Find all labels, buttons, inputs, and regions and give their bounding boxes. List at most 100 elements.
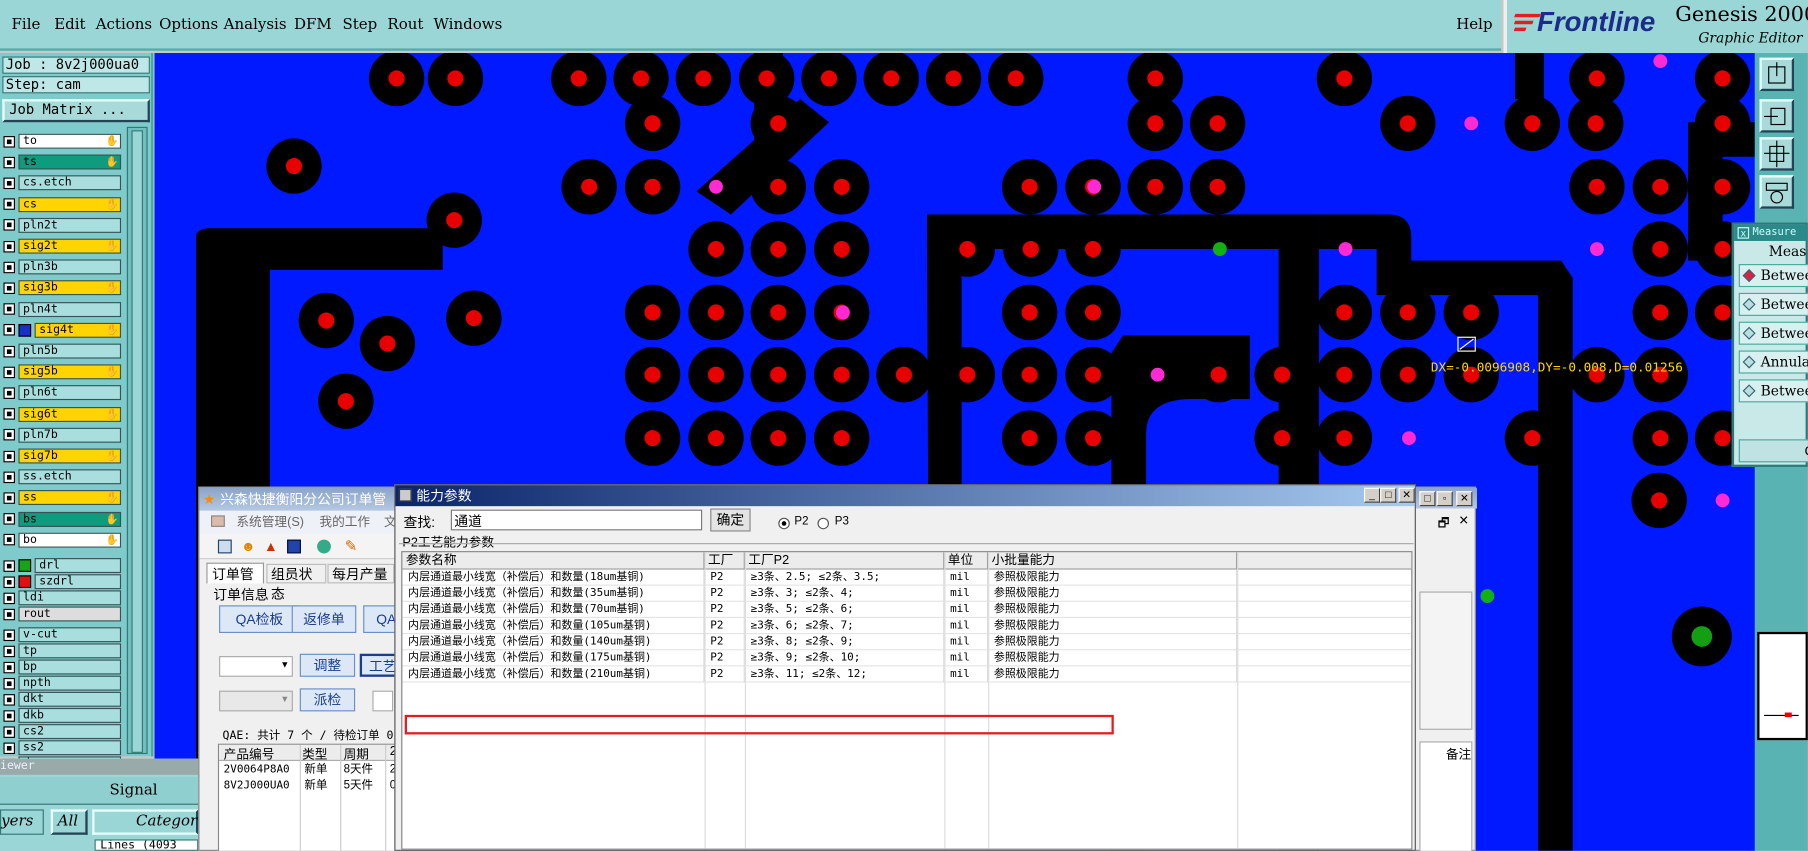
layer-row-ss.etch[interactable]: ss.etch xyxy=(3,469,122,485)
col-product-no[interactable]: 产品编号 xyxy=(224,745,275,763)
chart-icon[interactable]: ▲ xyxy=(264,538,278,554)
layer-checkbox[interactable] xyxy=(3,492,15,504)
menu-step[interactable]: Step xyxy=(342,16,377,33)
people-icon[interactable]: ☻ xyxy=(241,538,256,554)
menu-dfm[interactable]: DFM xyxy=(294,16,332,33)
layer-checkbox[interactable] xyxy=(3,408,15,420)
layer-checkbox[interactable] xyxy=(3,725,15,738)
col-cycle[interactable]: 周期 xyxy=(344,745,369,763)
layer-row-pln6t[interactable]: pln6t xyxy=(3,385,122,401)
layer-checkbox[interactable] xyxy=(3,592,15,604)
search-input[interactable] xyxy=(450,509,703,531)
save-icon[interactable] xyxy=(287,539,301,554)
rework-button[interactable]: 返修单 xyxy=(291,605,357,633)
layer-checkbox[interactable] xyxy=(3,219,15,231)
layer-row-npth[interactable]: npth xyxy=(3,675,122,691)
menu-windows[interactable]: Windows xyxy=(434,16,503,33)
layer-checkbox[interactable] xyxy=(3,366,15,378)
layer-row-pln4t[interactable]: pln4t xyxy=(3,301,122,317)
layer-checkbox[interactable] xyxy=(3,741,15,754)
table-row[interactable]: 内层通道最小线宽（补偿后）和数量(105um基铜) P2 ≥3条、6; ≤2条、7;… xyxy=(402,618,1412,635)
layer-row-sig2t[interactable]: sig2t ✋ xyxy=(3,238,122,254)
col-factory[interactable]: 工厂 xyxy=(704,552,745,570)
col-unit[interactable]: 单位 xyxy=(944,552,989,570)
layer-row-cs[interactable]: cs ✋ xyxy=(3,196,122,212)
col-small-batch[interactable]: 小批量能力 xyxy=(988,552,1238,570)
layer-checkbox[interactable] xyxy=(3,534,15,546)
table-row[interactable]: 内层通道最小线宽（补偿后）和数量(70um基铜) P2 ≥3条、5; ≤2条、6; m… xyxy=(402,601,1412,619)
col-param-name[interactable]: 参数名称 xyxy=(402,552,705,570)
layer-checkbox[interactable] xyxy=(3,471,15,483)
layer-checkbox[interactable] xyxy=(3,240,15,252)
layer-row-dkt[interactable]: dkt xyxy=(3,691,122,707)
layer-checkbox[interactable] xyxy=(3,324,15,336)
layer-row-cs.etch[interactable]: cs.etch xyxy=(3,175,122,191)
all-button[interactable]: All xyxy=(50,809,88,835)
globe-icon[interactable] xyxy=(317,539,331,554)
layer-row-drl[interactable]: drl xyxy=(3,558,122,574)
layer-row-v-cut[interactable]: v-cut xyxy=(3,627,122,643)
adjust-button[interactable]: 调整 xyxy=(299,653,356,677)
close-icon[interactable]: x xyxy=(1737,227,1750,239)
layer-checkbox[interactable] xyxy=(3,559,15,572)
layer-row-sig7b[interactable]: sig7b ✋ xyxy=(3,448,122,464)
dispatch-check-button[interactable]: 派检 xyxy=(299,688,356,712)
layer-row-pln3b[interactable]: pln3b xyxy=(3,259,122,275)
layer-scrollbar[interactable] xyxy=(126,126,148,755)
layer-row-tp[interactable]: tp xyxy=(3,643,122,659)
small-input[interactable] xyxy=(372,690,394,712)
filter-dropdown[interactable]: ▼ xyxy=(219,656,293,677)
layer-checkbox[interactable] xyxy=(3,429,15,441)
layer-row-to[interactable]: to ✋ xyxy=(3,133,122,149)
layer-checkbox[interactable] xyxy=(3,198,15,210)
layer-checkbox[interactable] xyxy=(3,693,15,706)
measure-ok-button[interactable]: C xyxy=(1738,439,1808,463)
layer-row-pln7b[interactable]: pln7b xyxy=(3,427,122,443)
minimize-icon[interactable]: _ xyxy=(1363,487,1381,503)
layer-row-bo[interactable]: bo ✋ xyxy=(3,532,122,548)
layer-row-sig6t[interactable]: sig6t ✋ xyxy=(3,406,122,422)
menu-options[interactable]: Options xyxy=(159,16,218,33)
menu-analysis[interactable]: Analysis xyxy=(224,16,287,33)
tool-snap-icon[interactable] xyxy=(1759,99,1795,133)
table-row[interactable]: 8V2J000UA0 新单 5天件 0 xyxy=(219,778,399,794)
layer-row-ldi[interactable]: ldi xyxy=(3,590,122,606)
col-type[interactable]: 类型 xyxy=(302,745,327,763)
app-menu-icon[interactable] xyxy=(210,515,225,527)
col-factory-p2[interactable]: 工厂P2 xyxy=(745,552,945,570)
layer-checkbox[interactable] xyxy=(3,156,15,168)
layer-checkbox[interactable] xyxy=(3,513,15,525)
filter-dropdown-2[interactable]: ▼ xyxy=(219,690,293,712)
layer-row-cs2[interactable]: cs2 xyxy=(3,724,122,740)
measure-option-1[interactable]: Betwee xyxy=(1738,264,1808,288)
layer-checkbox[interactable] xyxy=(3,450,15,462)
layer-row-bs[interactable]: bs ✋ xyxy=(3,511,122,527)
tab-order-management[interactable]: 订单管理 xyxy=(206,562,265,603)
measure-option-5[interactable]: Betwee xyxy=(1738,379,1808,403)
layer-checkbox[interactable] xyxy=(3,177,15,189)
maximize-icon[interactable]: □ xyxy=(1380,487,1397,503)
job-matrix-button[interactable]: Job Matrix ... xyxy=(2,99,150,123)
layer-row-sig3b[interactable]: sig3b ✋ xyxy=(3,280,122,296)
layer-row-rout[interactable]: rout xyxy=(3,606,122,622)
layer-row-pln2t[interactable]: pln2t xyxy=(3,217,122,233)
table-row[interactable]: 内层通道最小线宽（补偿后）和数量(210um基铜) P2 ≥3条、11; ≤2条、1… xyxy=(402,666,1412,683)
radio-p3[interactable] xyxy=(817,517,830,530)
table-row[interactable]: 内层通道最小线宽（补偿后）和数量(35um基铜) P2 ≥3条、3; ≤2条、4; m… xyxy=(402,585,1412,602)
measure-option-3[interactable]: Betwee xyxy=(1738,321,1808,345)
layer-row-pln5b[interactable]: pln5b xyxy=(3,343,122,359)
layers-button[interactable]: yers xyxy=(0,809,44,835)
layer-checkbox[interactable] xyxy=(3,345,15,357)
tool-insert-icon[interactable] xyxy=(1759,57,1795,92)
layer-row-bp[interactable]: bp xyxy=(3,659,122,675)
layer-row-ts[interactable]: ts ✋ xyxy=(3,154,122,170)
layer-row-dkb[interactable]: dkb xyxy=(3,707,122,723)
table-row[interactable]: 内层通道最小线宽（补偿后）和数量(140um基铜) P2 ≥3条、8; ≤2条、9;… xyxy=(402,634,1412,651)
menu-actions[interactable]: Actions xyxy=(96,16,152,33)
layer-checkbox[interactable] xyxy=(3,282,15,294)
radio-p2[interactable] xyxy=(778,517,790,530)
measure-option-2[interactable]: Betwee xyxy=(1738,292,1808,316)
close-icon[interactable]: ✕ xyxy=(1398,487,1415,503)
order-menu-mywork[interactable]: 我的工作 xyxy=(319,511,370,534)
category-button[interactable]: Categor xyxy=(92,809,199,835)
